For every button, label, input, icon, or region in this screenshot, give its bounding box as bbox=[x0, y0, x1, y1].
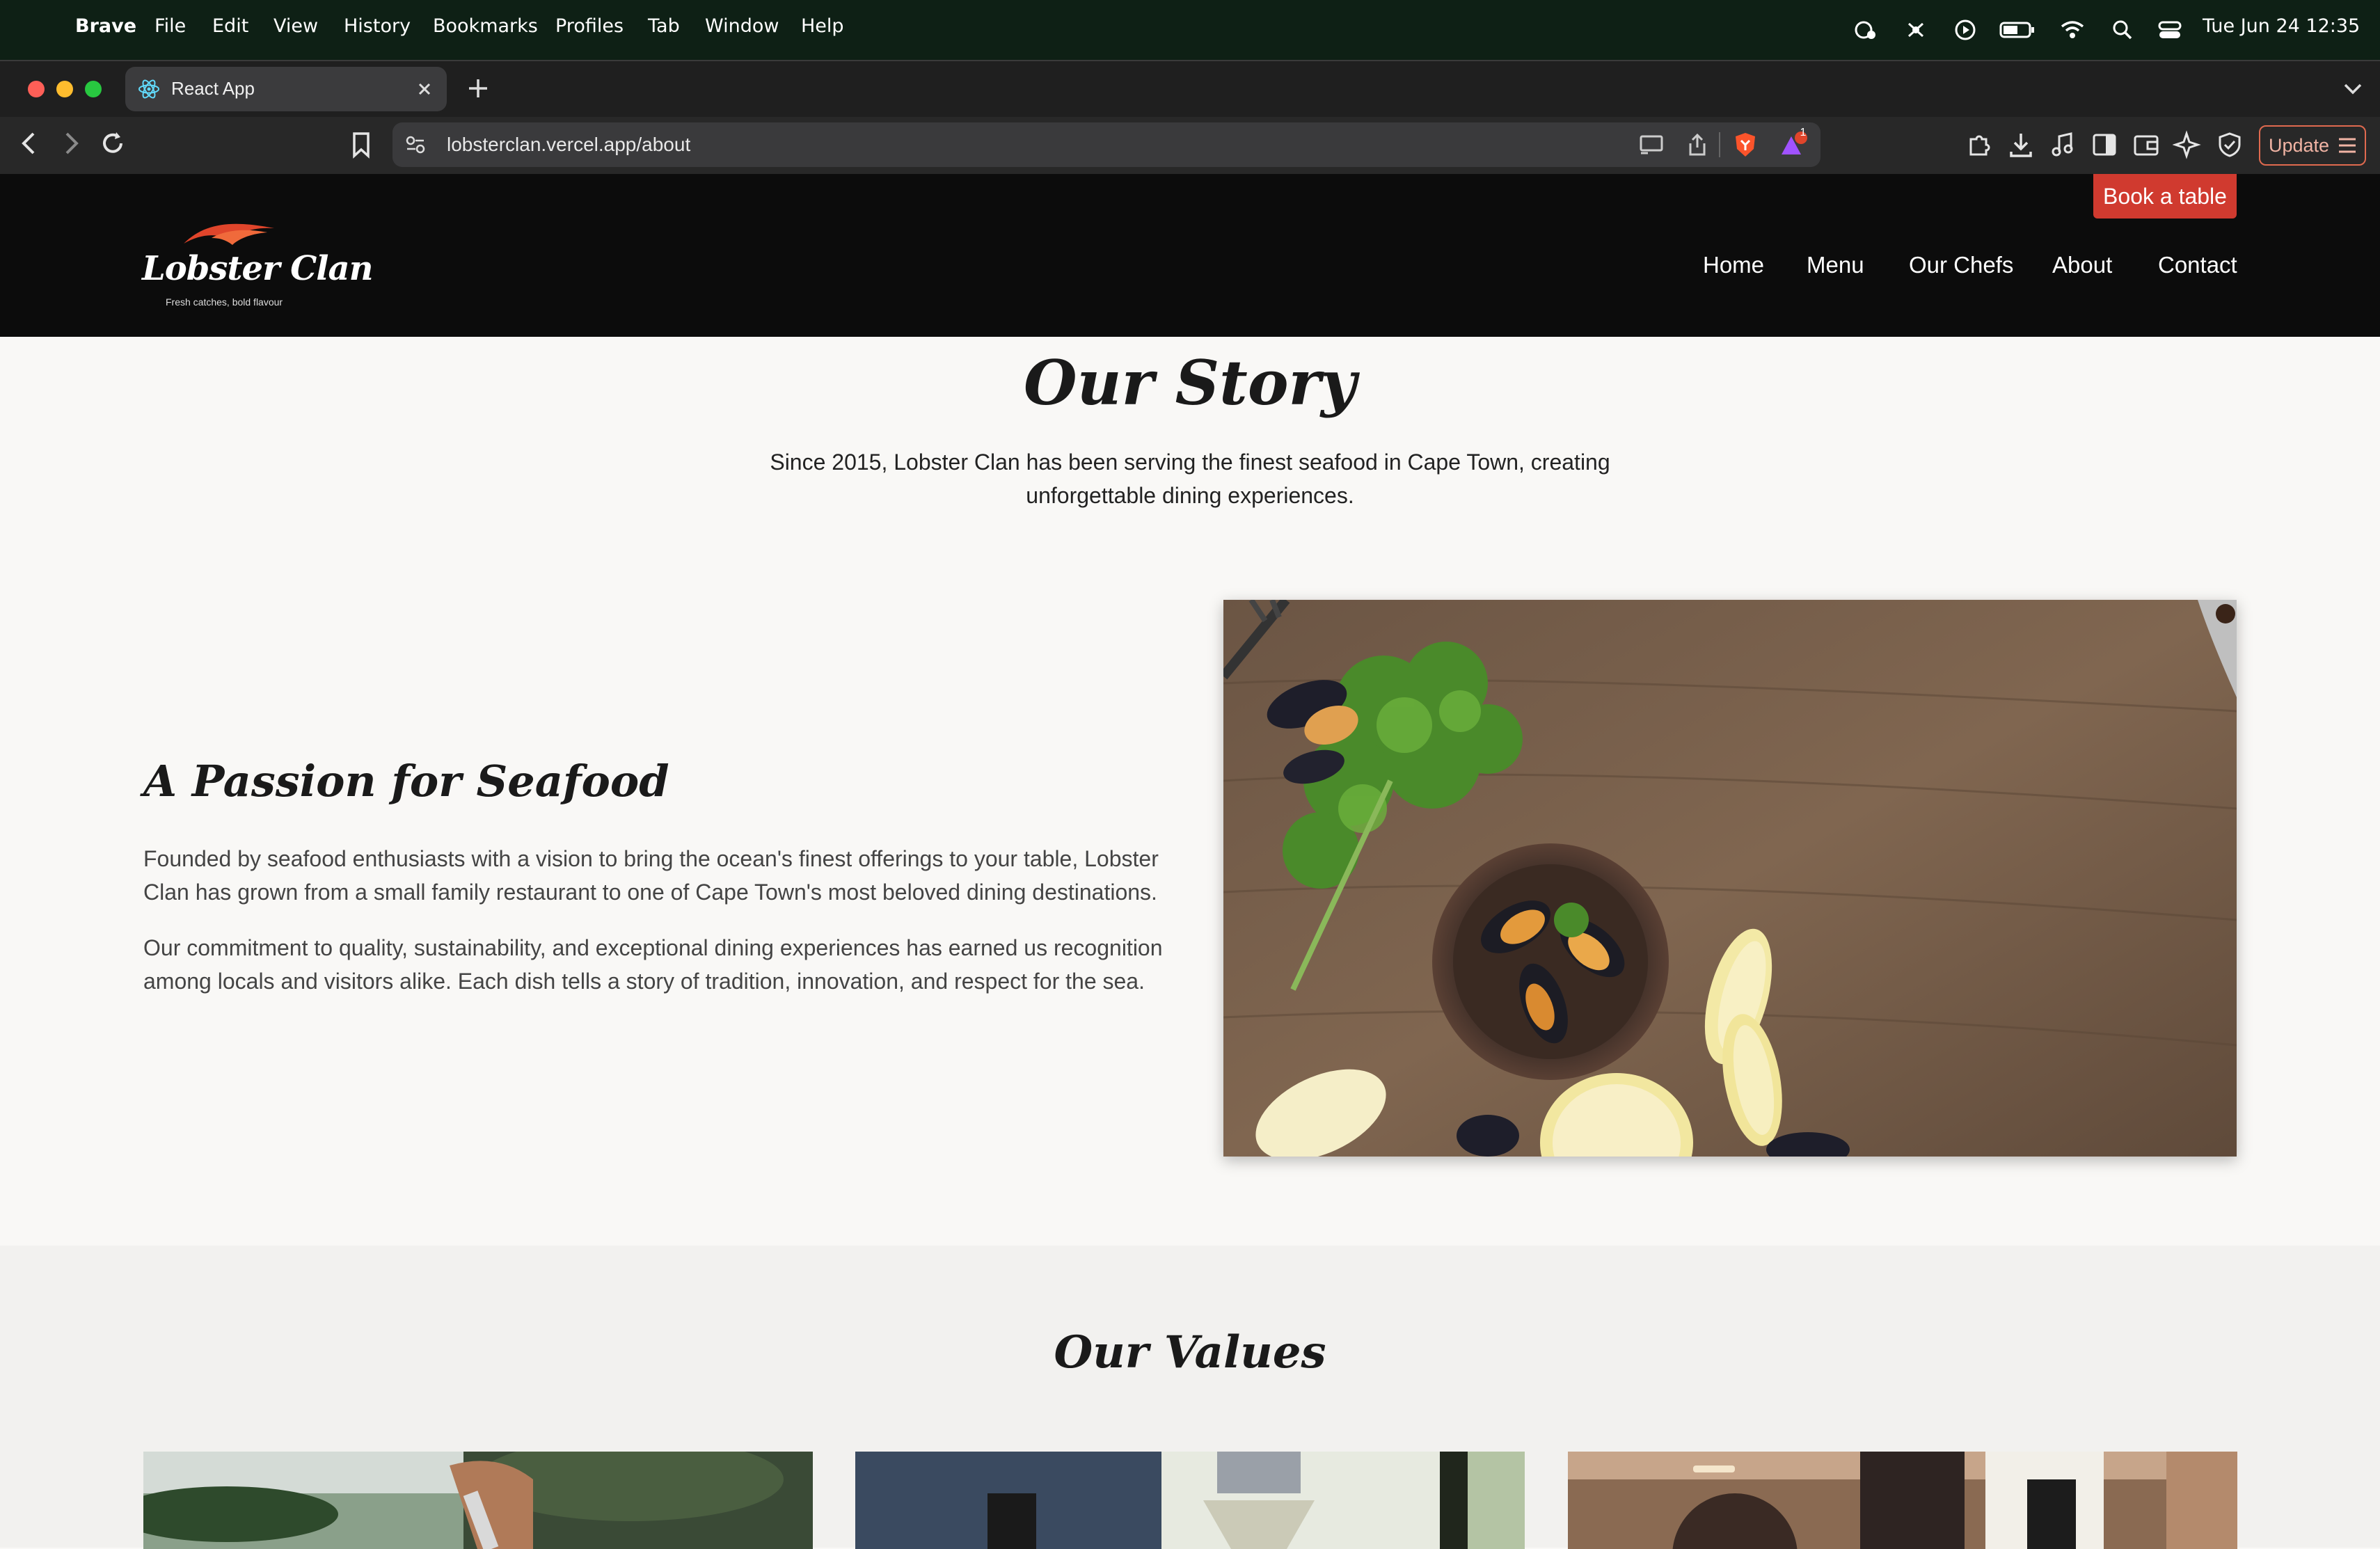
wifi-icon[interactable] bbox=[2060, 18, 2085, 42]
downloads-icon[interactable] bbox=[2006, 129, 2036, 160]
nav-home[interactable]: Home bbox=[1703, 252, 1764, 278]
spotlight-search-icon[interactable] bbox=[2110, 18, 2135, 42]
extensions-puzzle-icon[interactable] bbox=[1964, 129, 1994, 160]
passion-p2-line-1: Our commitment to quality, sustainabilit… bbox=[143, 935, 1163, 960]
browser-tab[interactable]: React App bbox=[125, 67, 447, 111]
value-card-image-fresh-catch bbox=[143, 1452, 813, 1549]
menu-view[interactable]: View bbox=[273, 15, 318, 37]
mussels-food-image bbox=[1223, 600, 2237, 1157]
menu-edit[interactable]: Edit bbox=[212, 15, 248, 37]
nav-about[interactable]: About bbox=[2052, 252, 2112, 278]
menubar-app-name[interactable]: Brave bbox=[75, 15, 136, 37]
menubar-datetime[interactable]: Tue Jun 24 12:35 bbox=[2203, 15, 2360, 37]
values-title: Our Values bbox=[1054, 1326, 1326, 1379]
passion-paragraph-2: Our commitment to quality, sustainabilit… bbox=[143, 931, 1187, 998]
back-arrow-icon[interactable] bbox=[15, 129, 43, 157]
address-bar[interactable]: lobsterclan.vercel.app/about 1 bbox=[392, 122, 1820, 167]
music-playlist-icon[interactable] bbox=[2047, 129, 2078, 160]
menu-profiles[interactable]: Profiles bbox=[555, 15, 624, 37]
story-subtitle-line-2: unforgettable dining experiences. bbox=[1026, 483, 1354, 508]
tab-list-chevron-icon[interactable] bbox=[2342, 81, 2363, 96]
vpn-shield-icon[interactable] bbox=[2214, 129, 2245, 160]
value-card-image-chef bbox=[855, 1452, 1525, 1549]
zoom-window-button[interactable] bbox=[85, 81, 102, 97]
leo-ai-sparkle-icon[interactable] bbox=[2173, 129, 2203, 160]
vpn-status-icon[interactable] bbox=[1853, 18, 1878, 42]
nav-our-chefs[interactable]: Our Chefs bbox=[1909, 252, 2013, 278]
update-button[interactable]: Update bbox=[2259, 125, 2366, 166]
logo-name: Lobster Clan bbox=[142, 249, 373, 288]
logo-flame-icon bbox=[184, 223, 274, 245]
menu-file[interactable]: File bbox=[154, 15, 186, 37]
value-card-image-dining bbox=[1568, 1452, 2237, 1549]
rewards-notification-badge: 1 bbox=[1800, 127, 1807, 138]
nav-contact[interactable]: Contact bbox=[2158, 252, 2237, 278]
hamburger-menu-icon bbox=[2339, 138, 2356, 153]
menu-history[interactable]: History bbox=[344, 15, 411, 37]
site-logo[interactable]: Lobster Clan Fresh catches, bold flavour bbox=[142, 217, 373, 315]
close-tab-icon[interactable] bbox=[416, 81, 433, 97]
logo-tagline: Fresh catches, bold flavour bbox=[166, 296, 283, 308]
menu-window[interactable]: Window bbox=[705, 15, 779, 37]
control-center-icon[interactable] bbox=[2157, 18, 2182, 42]
passion-heading: A Passion for Seafood bbox=[143, 756, 669, 807]
wallet-icon[interactable] bbox=[2131, 129, 2161, 160]
passion-p2-line-2: among locals and visitors alike. Each di… bbox=[143, 969, 1145, 994]
menu-help[interactable]: Help bbox=[801, 15, 844, 37]
passion-p1-line-1: Founded by seafood enthusiasts with a vi… bbox=[143, 846, 1159, 871]
new-tab-icon[interactable] bbox=[466, 77, 490, 100]
nav-menu[interactable]: Menu bbox=[1807, 252, 1864, 278]
url-text[interactable]: lobsterclan.vercel.app/about bbox=[447, 134, 690, 156]
tab-title: React App bbox=[171, 78, 255, 99]
book-table-button[interactable]: Book a table bbox=[2093, 174, 2237, 219]
site-settings-icon[interactable] bbox=[405, 135, 426, 154]
close-window-button[interactable] bbox=[28, 81, 45, 97]
url-divider bbox=[1719, 132, 1720, 157]
passion-p1-line-2: Clan has grown from a small family resta… bbox=[143, 880, 1157, 905]
macos-menubar: Brave File Edit View History Bookmarks P… bbox=[0, 0, 2380, 60]
play-icon[interactable] bbox=[1953, 18, 1978, 42]
menu-tab[interactable]: Tab bbox=[648, 15, 680, 37]
focus-icon[interactable] bbox=[1903, 18, 1928, 42]
update-button-label: Update bbox=[2269, 135, 2330, 156]
react-favicon-icon bbox=[138, 79, 159, 99]
minimize-window-button[interactable] bbox=[56, 81, 73, 97]
brave-shields-icon[interactable] bbox=[1733, 131, 1758, 159]
cast-icon[interactable] bbox=[1638, 134, 1665, 156]
story-title: Our Story bbox=[1023, 347, 1357, 419]
passion-paragraph-1: Founded by seafood enthusiasts with a vi… bbox=[143, 842, 1187, 909]
menu-bookmarks[interactable]: Bookmarks bbox=[433, 15, 538, 37]
story-subtitle-line-1: Since 2015, Lobster Clan has been servin… bbox=[770, 450, 1610, 475]
share-icon[interactable] bbox=[1685, 132, 1709, 157]
bookmark-icon[interactable] bbox=[348, 131, 374, 159]
battery-icon[interactable] bbox=[1999, 18, 2036, 42]
reload-icon[interactable] bbox=[99, 129, 127, 157]
story-subtitle: Since 2015, Lobster Clan has been servin… bbox=[0, 445, 2380, 512]
forward-arrow-icon[interactable] bbox=[57, 129, 85, 157]
sidebar-toggle-icon[interactable] bbox=[2089, 129, 2120, 160]
